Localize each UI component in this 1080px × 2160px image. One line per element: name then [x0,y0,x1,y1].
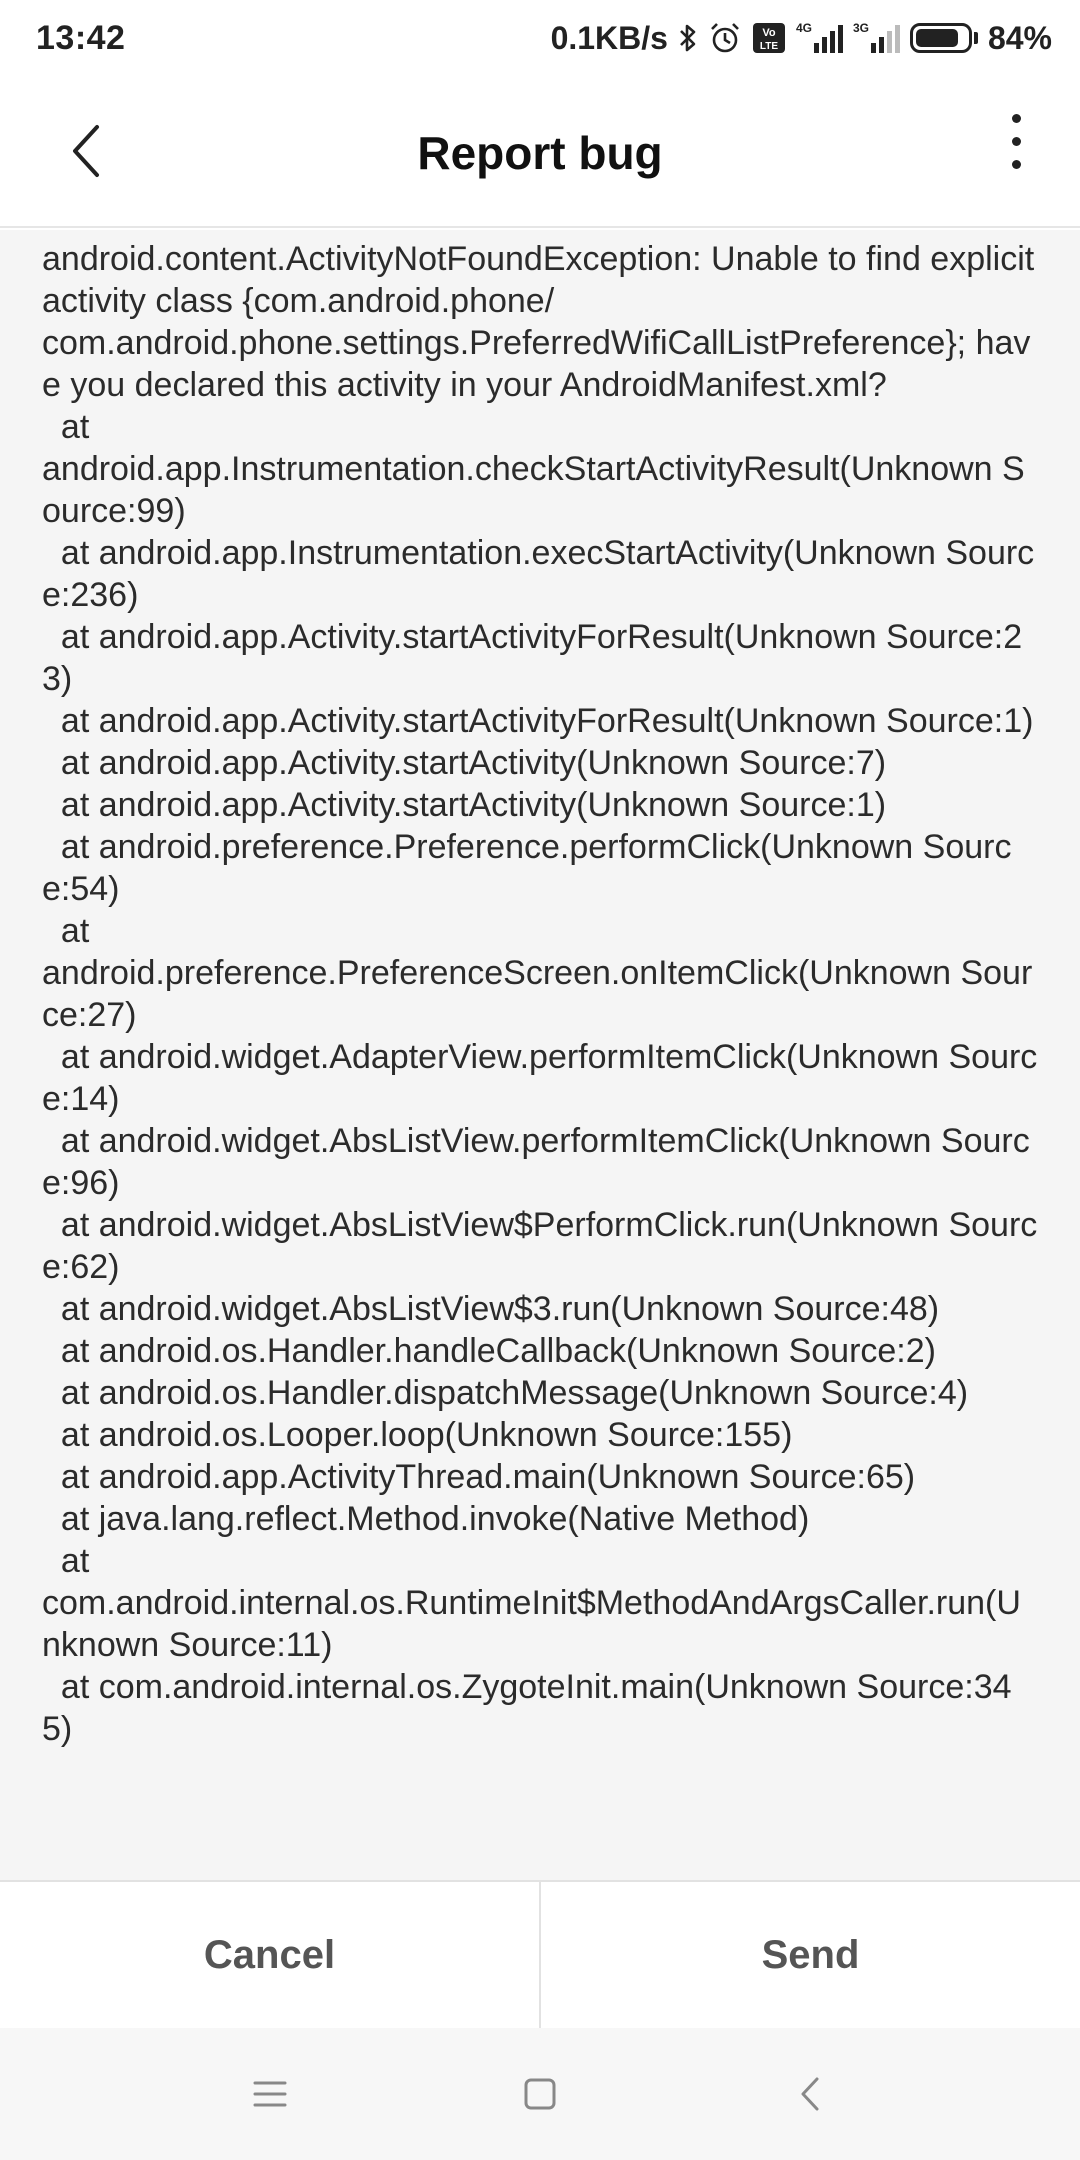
signal-3g-icon: 3G [852,21,900,53]
page-title: Report bug [417,127,663,179]
network-speed: 0.1KB/s [550,19,668,56]
cancel-button[interactable]: Cancel [0,1882,539,2028]
status-time: 13:42 [36,18,126,57]
more-vert-icon [1011,113,1021,123]
bug-report-content[interactable]: android.content.ActivityNotFoundExceptio… [0,230,1080,1880]
menu-icon [253,2081,287,2107]
stack-trace-text: android.content.ActivityNotFoundExceptio… [42,240,1038,1748]
nav-back-button[interactable] [675,2028,945,2160]
action-bar: Cancel Send [0,1880,1080,2028]
navigation-bar [0,2028,1080,2160]
bluetooth-icon [678,22,698,54]
status-icons: 0.1KB/s Vo LTE 4G 3G 84% [551,20,1052,57]
nav-home-button[interactable] [405,2028,675,2160]
send-button[interactable]: Send [541,1882,1080,2028]
battery-percent: 84% [987,19,1052,56]
nav-menu-button[interactable] [135,2028,405,2160]
signal-4g-tag: 4G [795,21,812,35]
home-icon [524,2078,556,2110]
signal-4g-icon: 4G [795,21,843,53]
svg-text:LTE: LTE [760,41,778,52]
battery-icon [909,23,978,53]
status-bar: 13:42 0.1KB/s Vo LTE 4G 3G 84% [0,0,1080,76]
svg-text:Vo: Vo [762,27,776,39]
signal-3g-tag: 3G [852,21,869,35]
back-icon [801,2077,819,2111]
app-bar: Report bug [0,76,1080,228]
volte-icon: Vo LTE [752,22,786,54]
alarm-icon [708,21,742,55]
more-options-button[interactable] [996,106,1036,176]
